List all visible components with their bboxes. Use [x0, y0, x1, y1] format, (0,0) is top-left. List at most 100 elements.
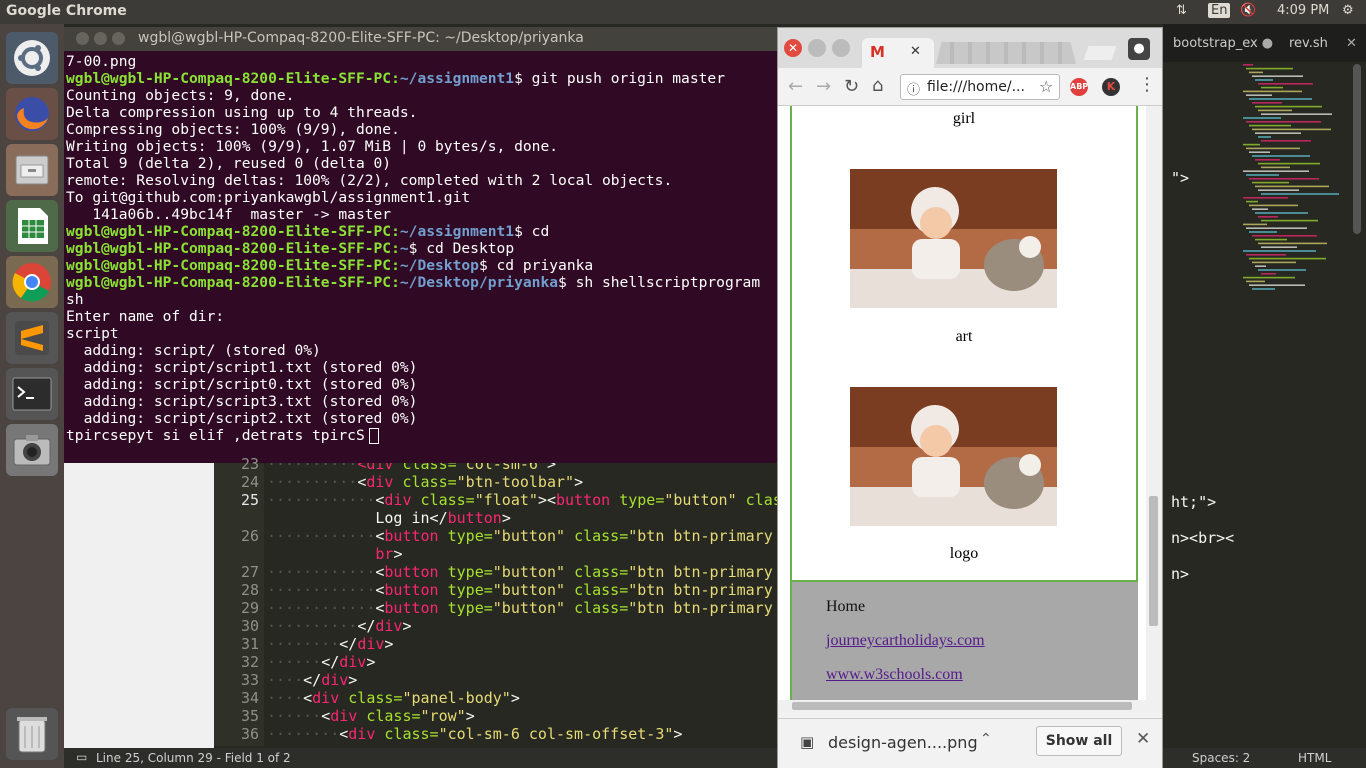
active-tab[interactable]: M ✕	[862, 38, 934, 68]
download-shelf: ▣ design-agen....png ⌃ Show all ✕	[778, 718, 1162, 768]
terminal-window[interactable]: wgbl@wgbl-HP-Compaq-8200-Elite-SFF-PC: ~…	[64, 27, 779, 463]
minimap-line	[1246, 280, 1265, 283]
minimap-line	[1243, 197, 1288, 199]
terminal-line: To git@github.com:priyankawgbl/assignmen…	[66, 189, 471, 206]
minimap-line	[1261, 113, 1332, 115]
baby-photo	[850, 387, 1057, 526]
footer-link-journeycart[interactable]: journeycartholidays.com	[826, 632, 985, 650]
back-icon[interactable]: ←	[788, 76, 803, 97]
code-fragment: n><br><	[1171, 529, 1235, 547]
line-number: 25	[240, 491, 259, 509]
minimap-line	[1255, 212, 1308, 214]
minimap-line	[1246, 174, 1279, 176]
vertical-scrollbar[interactable]	[1146, 106, 1162, 712]
terminal-line: Enter name of dir:	[66, 308, 225, 325]
page-footer: Home journeycartholidays.com www.w3schoo…	[790, 580, 1138, 712]
code-line: ············<button type="button" class=…	[267, 527, 791, 545]
minimap[interactable]	[1241, 60, 1361, 300]
extension-k-icon[interactable]: K	[1102, 78, 1120, 96]
code-fragment: n>	[1171, 565, 1190, 583]
code-line: ············<button type="button" class=…	[267, 581, 791, 599]
gmail-icon: M	[870, 43, 885, 61]
forward-icon[interactable]: →	[816, 76, 831, 97]
active-app-title: Google Chrome	[6, 3, 127, 19]
info-icon[interactable]: ⓘ	[907, 79, 920, 98]
download-filename[interactable]: design-agen....png	[828, 733, 978, 752]
scrollbar-thumb[interactable]	[792, 702, 1132, 710]
ubuntu-icon[interactable]	[6, 32, 58, 84]
trash-icon[interactable]	[6, 708, 58, 760]
minimap-line	[1255, 132, 1301, 134]
indentation-setting[interactable]: Spaces: 2	[1192, 751, 1250, 765]
footer-home-link[interactable]: Home	[826, 598, 865, 616]
terminal-icon[interactable]	[6, 368, 58, 420]
syntax-setting[interactable]: HTML	[1298, 751, 1331, 765]
tab-rev-sh[interactable]: rev.sh ✕	[1289, 36, 1357, 51]
bookmark-star-icon[interactable]: ☆	[1039, 77, 1053, 96]
caption-art: art	[955, 328, 973, 345]
show-all-button[interactable]: Show all	[1036, 726, 1122, 756]
minimap-line	[1255, 79, 1273, 81]
menu-kebab-icon[interactable]: ⋮	[1138, 74, 1156, 95]
address-bar[interactable]: ⓘ file:///home/... ☆	[900, 74, 1060, 100]
panel-toggle-icon[interactable]: ▭	[76, 750, 87, 764]
adblock-icon[interactable]: ABP	[1070, 78, 1088, 96]
horizontal-scrollbar[interactable]	[778, 700, 1146, 712]
tab-bootstrap[interactable]: bootstrap_ex ●	[1173, 36, 1273, 51]
keyboard-layout-indicator[interactable]: En	[1208, 3, 1231, 18]
sublime-icon[interactable]	[6, 312, 58, 364]
home-icon[interactable]: ⌂	[872, 75, 883, 96]
terminal-line: 141a06b..49bc14f master -> master	[66, 206, 392, 223]
close-icon[interactable]: ✕	[1136, 729, 1150, 749]
close-button[interactable]	[76, 32, 89, 45]
minimize-window-button[interactable]	[808, 39, 826, 57]
chrome-icon[interactable]	[6, 256, 58, 308]
minimap-line	[1243, 90, 1302, 93]
code-fragment: ">	[1171, 169, 1190, 187]
footer-link-w3schools[interactable]: www.w3schools.com	[826, 666, 963, 684]
minimap-line	[1258, 216, 1278, 218]
reload-icon[interactable]: ↻	[844, 76, 859, 97]
scrollbar-thumb[interactable]	[1149, 496, 1158, 626]
line-number: 34	[240, 689, 259, 707]
calc-icon[interactable]	[6, 200, 58, 252]
minimap-line	[1246, 121, 1321, 123]
page-viewport[interactable]: girl art logo Home journeycartholidays.c…	[778, 106, 1162, 712]
minimap-line	[1249, 257, 1326, 260]
files-icon[interactable]	[6, 144, 58, 196]
chrome-tabstrip: ✕ M ✕ ●	[778, 28, 1162, 68]
chevron-up-icon[interactable]: ⌃	[980, 731, 992, 747]
camera-icon[interactable]	[6, 424, 58, 476]
minimap-line	[1261, 273, 1276, 275]
maximize-window-button[interactable]	[832, 39, 850, 57]
code-line: Log in</button>	[267, 509, 511, 527]
minimap-line	[1246, 147, 1300, 150]
new-tab-button[interactable]	[1083, 46, 1117, 60]
code-line: br>	[375, 545, 403, 563]
terminal-line: Writing objects: 100% (9/9), 1.07 MiB | …	[66, 138, 559, 155]
settings-gear-icon[interactable]: ⚙	[1342, 3, 1354, 18]
minimap-line	[1258, 109, 1292, 112]
minimap-line	[1246, 94, 1272, 96]
collapsed-tabs[interactable]	[936, 42, 1076, 64]
close-window-button[interactable]: ✕	[784, 39, 802, 57]
volume-muted-icon[interactable]: 🔇	[1240, 3, 1256, 18]
code-line: ········<div class="col-sm-6 col-sm-offs…	[267, 725, 683, 743]
minimap-line	[1261, 193, 1339, 195]
minimize-button[interactable]	[94, 32, 107, 45]
minimap-line	[1258, 162, 1320, 165]
minimap-line	[1249, 178, 1319, 180]
close-icon[interactable]: ✕	[1346, 36, 1357, 51]
chrome-toolbar: ← → ↻ ⌂ ⓘ file:///home/... ☆ ABP K ⋮	[778, 68, 1162, 106]
clock[interactable]: 4:09 PM	[1277, 3, 1329, 18]
terminal-output[interactable]: 7-00.png wgbl@wgbl-HP-Compaq-8200-Elite-S…	[64, 51, 779, 446]
terminal-line: wgbl@wgbl-HP-Compaq-8200-Elite-SFF-PC:~/…	[66, 274, 761, 291]
firefox-icon[interactable]	[6, 88, 58, 140]
maximize-button[interactable]	[112, 32, 125, 45]
minimap-line	[1261, 86, 1283, 89]
scrollbar[interactable]	[1353, 64, 1361, 234]
close-icon[interactable]: ✕	[910, 44, 921, 59]
network-icon[interactable]: ⇅	[1176, 3, 1187, 18]
minimap-line	[1255, 159, 1280, 161]
profile-icon[interactable]: ●	[1128, 38, 1150, 60]
